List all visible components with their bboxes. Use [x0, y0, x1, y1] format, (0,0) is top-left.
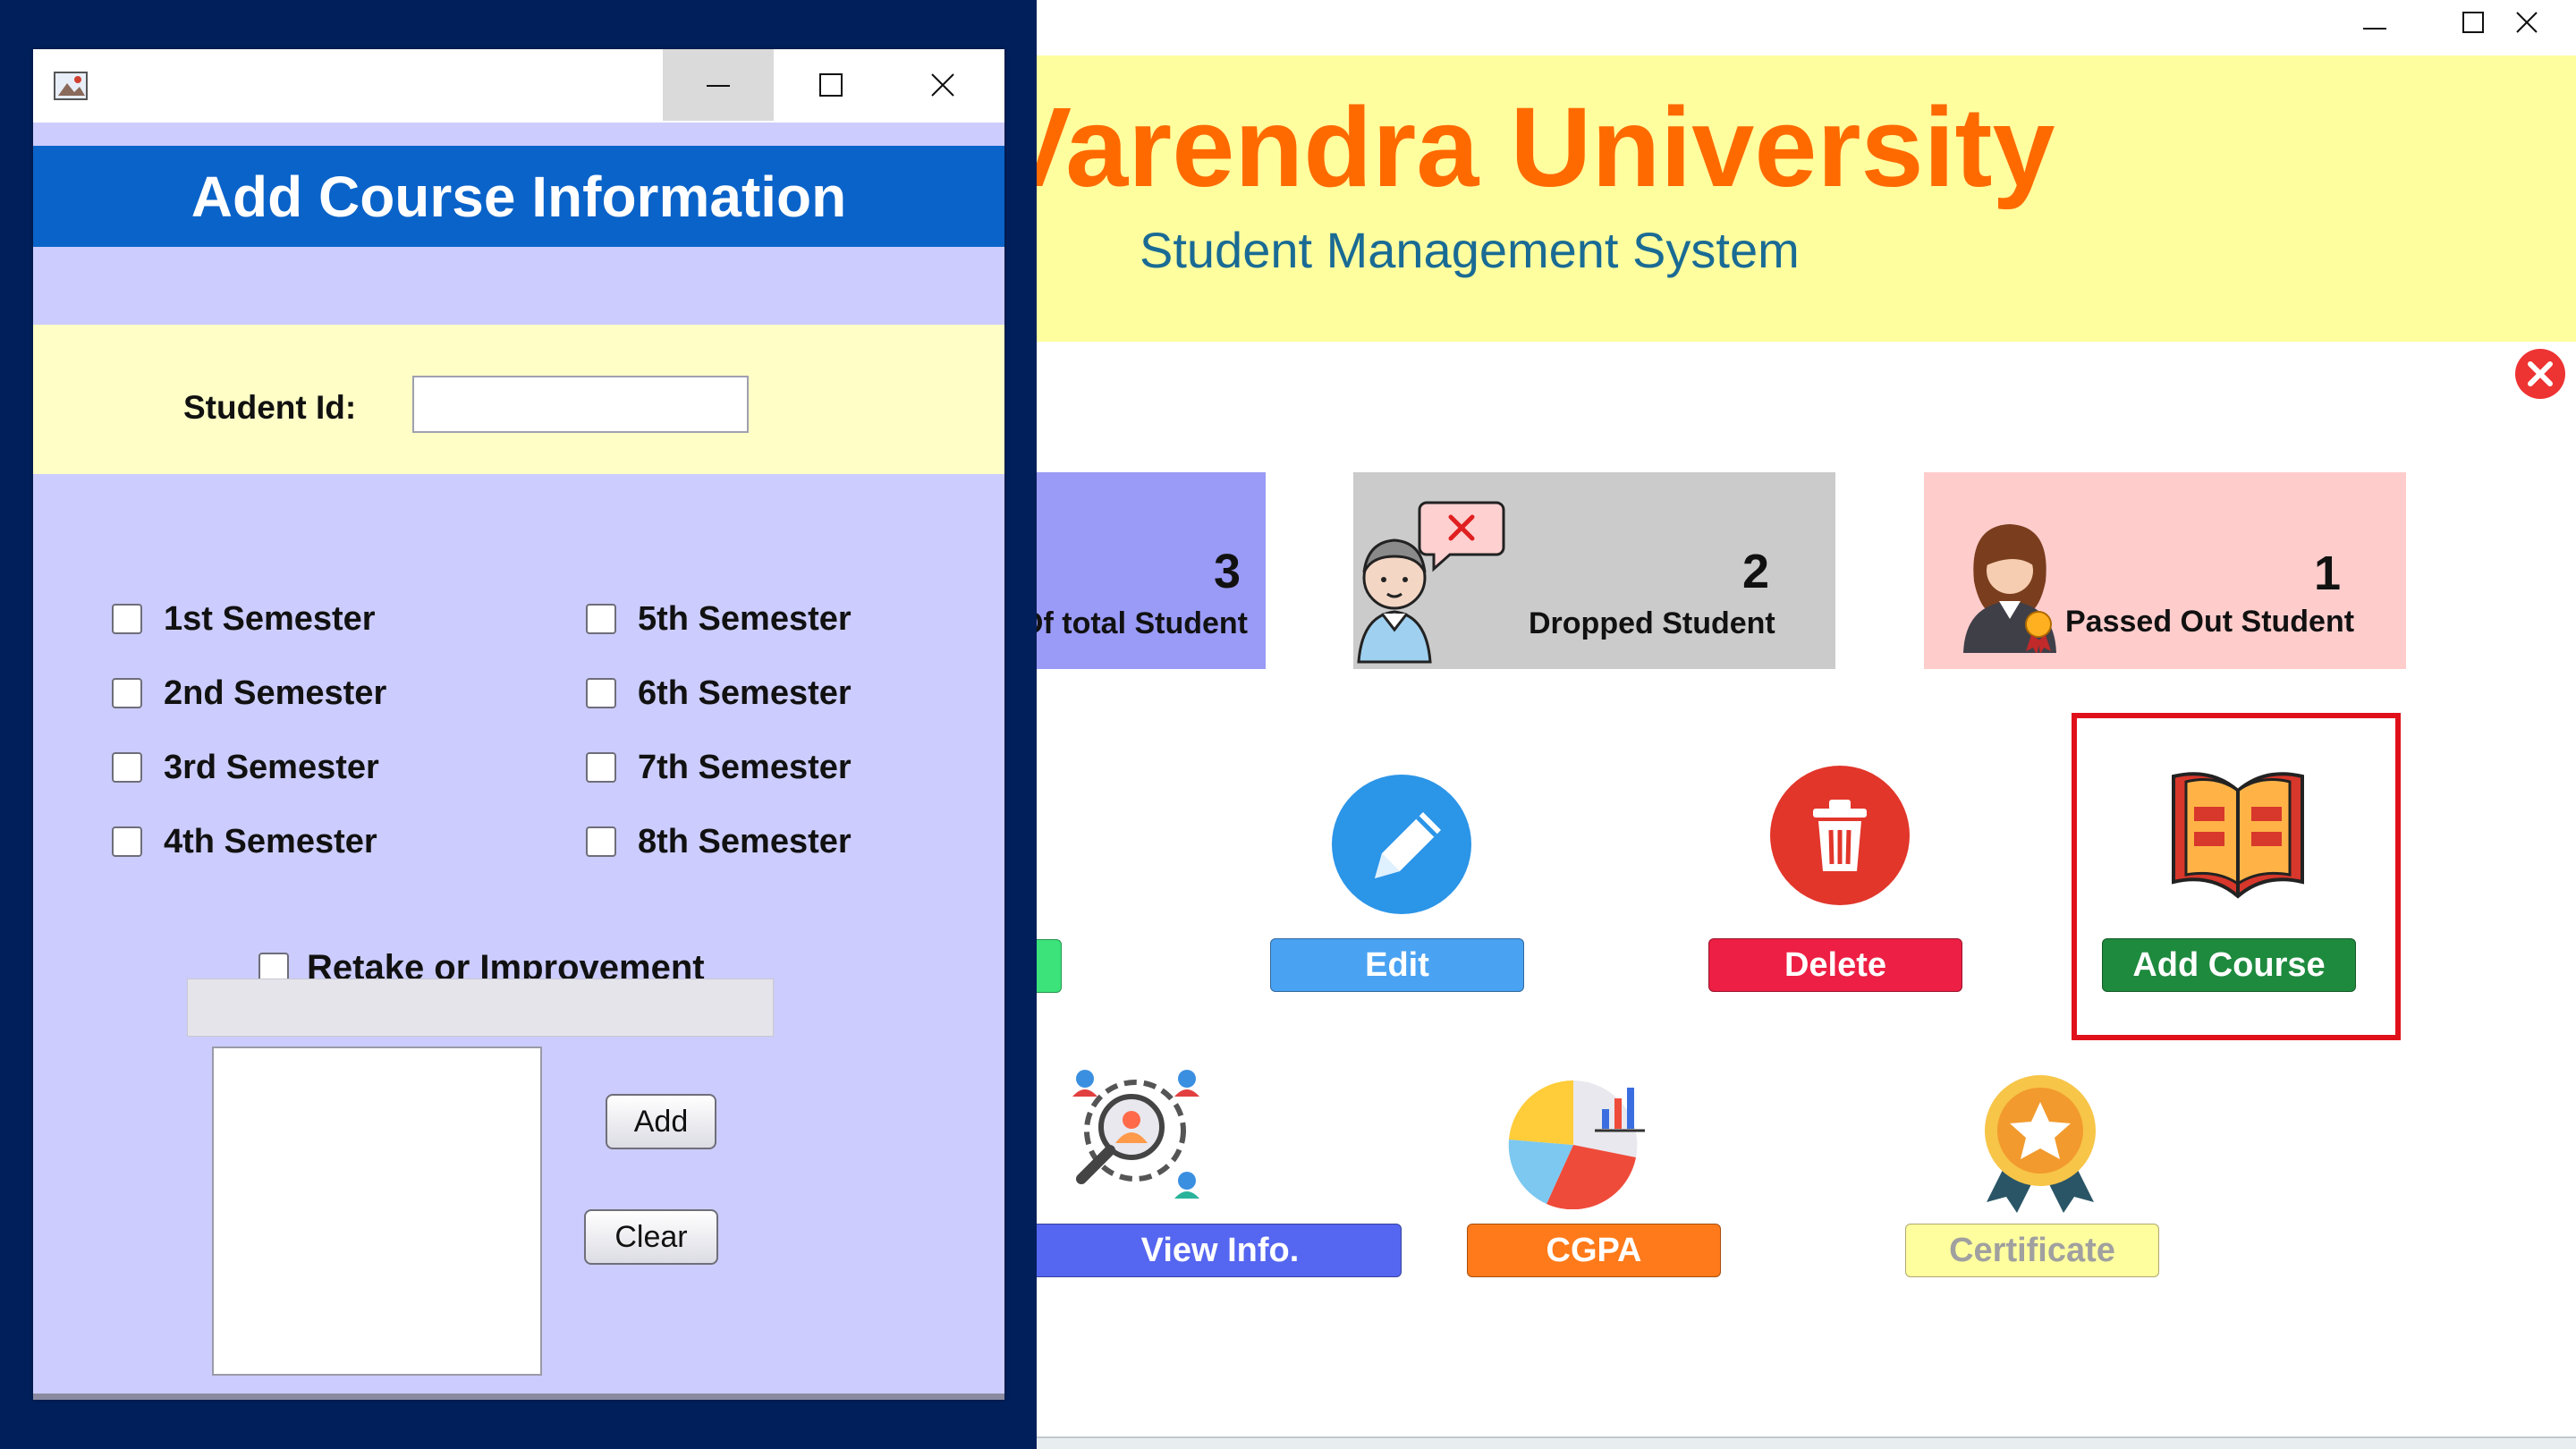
status-strip	[1037, 1436, 2576, 1449]
semester-4-checkbox[interactable]: 4th Semester	[112, 819, 377, 864]
system-subtitle: Student Management System	[1140, 222, 1800, 278]
stat-passed-label: Passed Out Student	[2065, 605, 2355, 639]
minimize-button[interactable]	[2326, 0, 2424, 45]
close-icon	[2516, 12, 2538, 33]
stat-card-passed: 1 Passed Out Student	[1924, 472, 2406, 669]
university-title: Varendra University	[1037, 84, 2055, 210]
delete-button[interactable]: Delete	[1708, 938, 1962, 992]
add-course-button[interactable]: Add Course	[2102, 938, 2356, 992]
view-info-button[interactable]: View Info.	[1037, 1224, 1402, 1277]
semester-label: 1st Semester	[164, 599, 376, 638]
university-banner: Varendra University Student Management S…	[1037, 55, 2576, 342]
student-id-input[interactable]	[412, 376, 749, 433]
semester-8-checkbox[interactable]: 8th Semester	[586, 819, 852, 864]
view-info-icon	[1072, 1070, 1199, 1199]
checkbox-box[interactable]	[112, 604, 142, 634]
main-titlebar	[1037, 0, 2576, 55]
stat-total-label: Of total Student	[1037, 606, 1248, 640]
semester-label: 6th Semester	[638, 674, 852, 712]
course-list[interactable]	[212, 1046, 542, 1376]
certificate-button[interactable]: Certificate	[1905, 1224, 2159, 1277]
checkbox-box[interactable]	[112, 752, 142, 783]
semester-label: 2nd Semester	[164, 674, 387, 712]
close-icon	[931, 73, 954, 97]
java-app-icon	[54, 72, 88, 100]
main-window: Varendra University Student Management S…	[1037, 0, 2576, 1449]
certificate-medal-icon	[1985, 1075, 2096, 1213]
checkbox-box[interactable]	[586, 826, 616, 857]
close-circle-icon[interactable]	[2513, 347, 2567, 401]
checkbox-box[interactable]	[586, 604, 616, 634]
clear-button[interactable]: Clear	[584, 1209, 718, 1265]
checkbox-box[interactable]	[586, 752, 616, 783]
maximize-icon	[819, 73, 843, 97]
add-course-dialog: Add Course Information Student Id: 1st S…	[33, 49, 1004, 1400]
stat-card-total: 3 Of total Student	[1037, 472, 1266, 669]
dialog-maximize-button[interactable]	[775, 49, 886, 121]
checkbox-box[interactable]	[586, 678, 616, 708]
book-icon	[2172, 772, 2304, 899]
semester-label: 4th Semester	[164, 822, 377, 860]
edit-button[interactable]: Edit	[1270, 938, 1524, 992]
dialog-header: Add Course Information	[33, 146, 1004, 247]
add-student-button[interactable]	[1037, 939, 1062, 993]
stat-passed-value: 1	[2314, 547, 2342, 600]
semester-label: 8th Semester	[638, 822, 852, 860]
trash-icon	[1770, 766, 1910, 905]
stat-card-dropped: 2 Dropped Student	[1353, 472, 1835, 669]
student-id-section: Student Id:	[33, 325, 1004, 474]
semester-1-checkbox[interactable]: 1st Semester	[112, 597, 376, 641]
semester-label: 3rd Semester	[164, 748, 379, 786]
dialog-minimize-button[interactable]	[663, 49, 774, 121]
stat-dropped-label: Dropped Student	[1529, 606, 1775, 640]
semester-label: 5th Semester	[638, 599, 852, 638]
semester-6-checkbox[interactable]: 6th Semester	[586, 671, 852, 716]
dialog-titlebar	[33, 49, 1004, 123]
pie-chart-icon	[1508, 1080, 1645, 1209]
add-button[interactable]: Add	[606, 1094, 716, 1149]
close-window-button[interactable]	[2478, 0, 2576, 45]
dialog-bottom-edge	[33, 1394, 1004, 1400]
dialog-title: Add Course Information	[191, 164, 847, 229]
edit-pencil-icon	[1332, 775, 1471, 914]
semester-7-checkbox[interactable]: 7th Semester	[586, 745, 852, 790]
semester-5-checkbox[interactable]: 5th Semester	[586, 597, 852, 641]
course-select[interactable]	[187, 979, 774, 1037]
semester-label: 7th Semester	[638, 748, 852, 786]
checkbox-box[interactable]	[112, 678, 142, 708]
stat-dropped-value: 2	[1742, 545, 1770, 598]
dropped-student-icon	[1357, 501, 1505, 664]
view-info-label: View Info.	[1140, 1231, 1300, 1269]
minimize-icon	[707, 85, 730, 87]
passed-student-icon	[1963, 524, 2056, 653]
minimize-icon	[2363, 28, 2386, 30]
student-id-label: Student Id:	[183, 389, 357, 426]
semester-2-checkbox[interactable]: 2nd Semester	[112, 671, 386, 716]
semester-3-checkbox[interactable]: 3rd Semester	[112, 745, 379, 790]
dialog-close-button[interactable]	[887, 49, 998, 121]
checkbox-box[interactable]	[112, 826, 142, 857]
cgpa-button[interactable]: CGPA	[1467, 1224, 1721, 1277]
stat-total-value: 3	[1213, 545, 1241, 598]
